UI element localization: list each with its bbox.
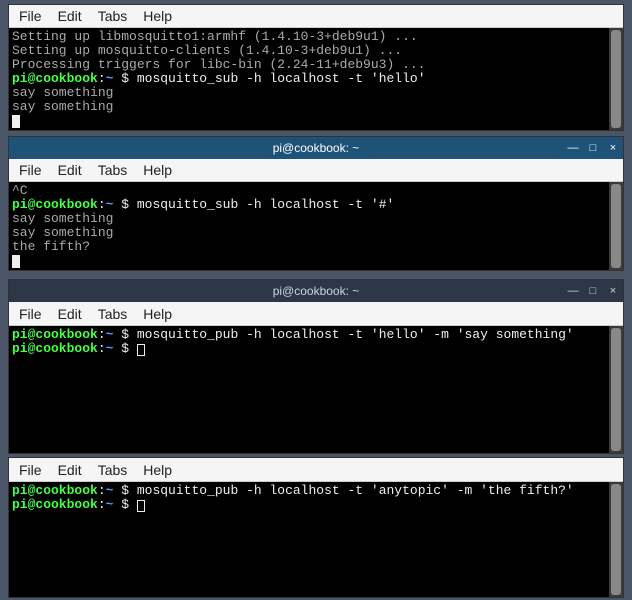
menu-tabs[interactable]: Tabs [98, 162, 128, 178]
titlebar[interactable]: pi@cookbook: ~ — □ × [9, 137, 623, 159]
cursor-icon [137, 344, 145, 356]
terminal-line: the fifth? [12, 240, 606, 254]
menu-edit[interactable]: Edit [58, 162, 82, 178]
terminal-line: say something [12, 212, 606, 226]
terminal-line: say something [12, 226, 606, 240]
scroll-thumb[interactable] [611, 184, 621, 268]
menubar: File Edit Tabs Help [9, 302, 623, 326]
menubar: File Edit Tabs Help [9, 458, 623, 482]
terminal-line: pi@cookbook:~ $ mosquitto_sub -h localho… [12, 72, 606, 86]
menu-help[interactable]: Help [143, 462, 172, 478]
terminal-output[interactable]: ^Cpi@cookbook:~ $ mosquitto_sub -h local… [9, 182, 609, 270]
terminal-line: pi@cookbook:~ $ mosquitto_sub -h localho… [12, 198, 606, 212]
menu-tabs[interactable]: Tabs [98, 8, 128, 24]
scroll-thumb[interactable] [611, 328, 621, 451]
terminal-output[interactable]: Setting up libmosquitto1:armhf (1.4.10-3… [9, 28, 609, 130]
scrollbar[interactable] [609, 326, 623, 453]
titlebar[interactable]: pi@cookbook: ~ — □ × [9, 280, 623, 302]
menu-tabs[interactable]: Tabs [98, 462, 128, 478]
menu-help[interactable]: Help [143, 162, 172, 178]
close-icon[interactable]: × [607, 142, 619, 154]
menu-file[interactable]: File [19, 462, 42, 478]
minimize-icon[interactable]: — [567, 142, 579, 154]
terminal-line: ^C [12, 184, 606, 198]
menubar: File Edit Tabs Help [9, 5, 623, 28]
window-title: pi@cookbook: ~ [273, 141, 360, 155]
menu-file[interactable]: File [19, 8, 42, 24]
terminal-line: pi@cookbook:~ $ mosquitto_pub -h localho… [12, 328, 606, 342]
scrollbar[interactable] [609, 182, 623, 270]
scrollbar[interactable] [609, 28, 623, 130]
cursor-icon [137, 500, 145, 512]
scrollbar[interactable] [609, 482, 623, 597]
menu-help[interactable]: Help [143, 306, 172, 322]
menu-edit[interactable]: Edit [58, 8, 82, 24]
maximize-icon[interactable]: □ [587, 285, 599, 297]
menubar: File Edit Tabs Help [9, 159, 623, 182]
maximize-icon[interactable]: □ [587, 142, 599, 154]
menu-file[interactable]: File [19, 162, 42, 178]
menu-edit[interactable]: Edit [58, 306, 82, 322]
terminal-line: Processing triggers for libc-bin (2.24-1… [12, 58, 606, 72]
terminal-line: pi@cookbook:~ $ [12, 498, 606, 512]
terminal-line: Setting up mosquitto-clients (1.4.10-3+d… [12, 44, 606, 58]
scroll-thumb[interactable] [611, 484, 621, 595]
terminal-line: pi@cookbook:~ $ mosquitto_pub -h localho… [12, 484, 606, 498]
window-title: pi@cookbook: ~ [273, 284, 360, 298]
terminal-window-2: pi@cookbook: ~ — □ × File Edit Tabs Help pi@cook… [8, 279, 624, 454]
scroll-thumb[interactable] [611, 30, 621, 128]
terminal-output[interactable]: pi@cookbook:~ $ mosquitto_pub -h localho… [9, 326, 609, 453]
terminal-output[interactable]: pi@cookbook:~ $ mosquitto_pub -h localho… [9, 482, 609, 597]
menu-help[interactable]: Help [143, 8, 172, 24]
terminal-line: Setting up libmosquitto1:armhf (1.4.10-3… [12, 30, 606, 44]
minimize-icon[interactable]: — [567, 285, 579, 297]
menu-file[interactable]: File [19, 306, 42, 322]
terminal-line: say something [12, 86, 606, 100]
cursor-icon [12, 255, 20, 268]
terminal-window-3: File Edit Tabs Help pi@cookbook:~ $ mosquitt… [8, 457, 624, 598]
terminal-line: pi@cookbook:~ $ [12, 342, 606, 356]
terminal-window-0: File Edit Tabs Help Setting up libmosquitto1… [8, 4, 624, 131]
terminal-line: say something [12, 100, 606, 114]
close-icon[interactable]: × [607, 285, 619, 297]
menu-edit[interactable]: Edit [58, 462, 82, 478]
menu-tabs[interactable]: Tabs [98, 306, 128, 322]
cursor-icon [12, 115, 20, 128]
terminal-window-1: pi@cookbook: ~—□×FileEditTabsHelp^Cpi@co… [8, 136, 624, 271]
